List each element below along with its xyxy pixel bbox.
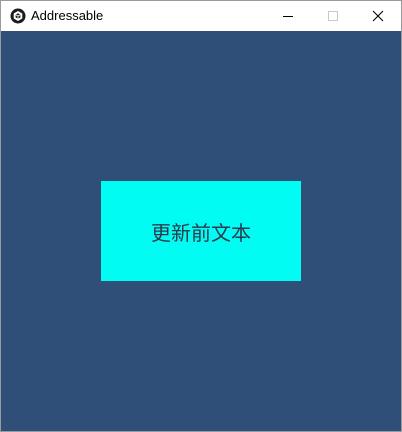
minimize-button[interactable] bbox=[265, 1, 311, 31]
panel-text: 更新前文本 bbox=[151, 220, 251, 245]
maximize-button[interactable] bbox=[310, 1, 356, 31]
close-button[interactable] bbox=[355, 1, 401, 31]
close-icon bbox=[372, 10, 384, 22]
maximize-icon bbox=[328, 11, 338, 21]
unity-logo-icon bbox=[10, 8, 26, 24]
minimize-icon bbox=[283, 16, 293, 17]
app-window: Addressable 更新前文本 bbox=[0, 0, 402, 432]
game-view[interactable]: 更新前文本 bbox=[1, 31, 401, 431]
title-bar[interactable]: Addressable bbox=[1, 1, 401, 31]
window-title: Addressable bbox=[31, 8, 104, 23]
text-panel: 更新前文本 bbox=[101, 181, 301, 281]
